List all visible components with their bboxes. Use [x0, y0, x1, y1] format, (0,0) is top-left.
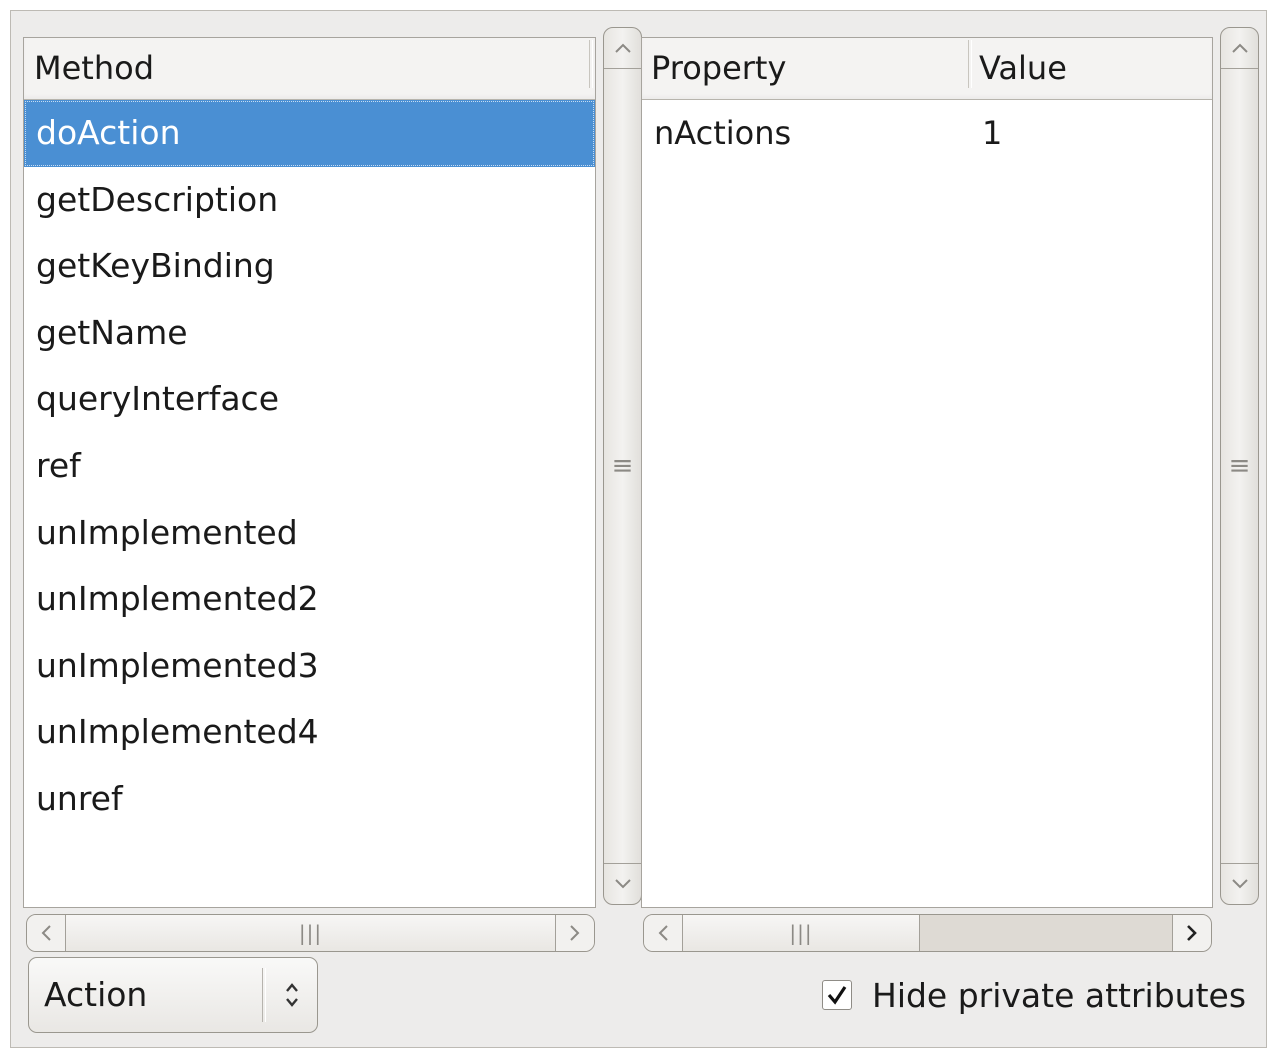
- property-column-header[interactable]: Property: [642, 38, 972, 99]
- value-column-header[interactable]: Value: [972, 38, 1067, 99]
- chevron-down-icon[interactable]: [604, 864, 641, 904]
- grip-icon: ≡: [611, 451, 634, 481]
- method-list-vertical-scrollbar[interactable]: ≡: [603, 27, 642, 905]
- scrollbar-track[interactable]: ≡: [1221, 68, 1258, 864]
- method-list-item[interactable]: unImplemented4: [24, 699, 595, 766]
- property-table-vertical-scrollbar[interactable]: ≡: [1220, 27, 1259, 905]
- checkmark-icon: [827, 986, 847, 1005]
- method-list-item[interactable]: queryInterface: [24, 366, 595, 433]
- method-list-item[interactable]: getKeyBinding: [24, 233, 595, 300]
- method-column-label: Method: [34, 49, 155, 87]
- method-list-item[interactable]: unImplemented: [24, 500, 595, 567]
- method-list-item[interactable]: unImplemented2: [24, 566, 595, 633]
- property-table[interactable]: Property Value nActions 1: [641, 37, 1213, 908]
- property-value-cell: 1: [982, 114, 1003, 152]
- method-list-item[interactable]: unref: [24, 766, 595, 833]
- method-column-header[interactable]: Method: [24, 38, 595, 100]
- chevron-up-icon[interactable]: [1221, 28, 1258, 68]
- method-list-item[interactable]: doAction: [24, 100, 595, 167]
- column-separator: [968, 40, 972, 88]
- method-list-item[interactable]: ref: [24, 433, 595, 500]
- grip-icon: |||: [298, 921, 323, 945]
- method-list-item[interactable]: getName: [24, 300, 595, 367]
- property-rows: nActions 1: [642, 100, 1212, 166]
- hide-private-checkbox[interactable]: [822, 980, 852, 1010]
- hide-private-attributes-toggle[interactable]: Hide private attributes: [822, 970, 1246, 1020]
- property-row[interactable]: nActions 1: [642, 100, 1212, 166]
- chevron-left-icon[interactable]: [27, 915, 65, 951]
- chevron-right-icon[interactable]: [1172, 915, 1211, 951]
- chevron-down-icon[interactable]: [1221, 864, 1258, 904]
- interface-select[interactable]: Action: [28, 957, 318, 1033]
- property-name-cell: nActions: [654, 114, 792, 152]
- hide-private-label: Hide private attributes: [872, 975, 1247, 1015]
- method-list[interactable]: Method doAction getDescription getKeyBindi…: [23, 37, 596, 908]
- method-list-horizontal-scrollbar[interactable]: |||: [26, 914, 595, 952]
- grip-icon: |||: [789, 921, 813, 945]
- property-table-horizontal-scrollbar[interactable]: |||: [643, 914, 1212, 952]
- chevron-up-icon[interactable]: [604, 28, 641, 68]
- scrollbar-track[interactable]: ≡: [604, 68, 641, 864]
- scrollbar-thumb[interactable]: |||: [65, 915, 556, 951]
- property-table-header: Property Value: [642, 38, 1212, 100]
- combo-separator: [262, 968, 266, 1022]
- chevron-right-icon[interactable]: [556, 915, 594, 951]
- grip-icon: ≡: [1228, 451, 1251, 481]
- column-separator: [589, 40, 593, 88]
- chevron-left-icon[interactable]: [644, 915, 682, 951]
- method-rows: doAction getDescription getKeyBinding getNa…: [24, 100, 595, 833]
- interface-select-value: Action: [44, 975, 148, 1014]
- up-down-arrows-icon: [274, 958, 309, 1032]
- method-list-item[interactable]: unImplemented3: [24, 633, 595, 700]
- method-list-item[interactable]: getDescription: [24, 167, 595, 234]
- scrollbar-thumb[interactable]: |||: [682, 915, 920, 951]
